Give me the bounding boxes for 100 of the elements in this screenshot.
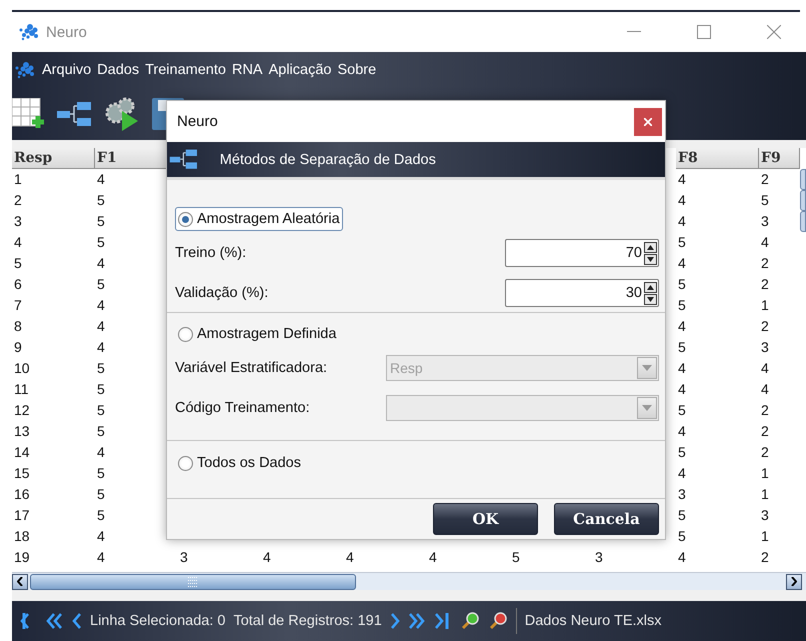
- scrollbar-thumb[interactable]: [800, 169, 806, 190]
- table-cell-text: 4: [96, 338, 106, 357]
- table-cell-text: 12: [13, 401, 31, 420]
- table-cell-text: 5: [96, 275, 106, 294]
- hierarchy-icon: [169, 148, 198, 171]
- table-cell-text: 4: [96, 296, 106, 315]
- table-cell-text: 4: [760, 380, 770, 399]
- table-cell-text: 2: [760, 401, 770, 420]
- table-cell-text: 5: [677, 506, 687, 525]
- fast-forward-icon[interactable]: [408, 612, 426, 630]
- scroll-right-button[interactable]: [786, 574, 802, 590]
- table-cell-text: 4: [760, 359, 770, 378]
- table-cell-text: 3: [760, 338, 770, 357]
- table-cell-text: 3: [179, 548, 189, 567]
- table-cell-text: 5: [677, 338, 687, 357]
- table-cell-text: 4: [677, 380, 687, 399]
- table-cell-text: 5: [677, 233, 687, 252]
- column-header[interactable]: F8: [676, 148, 759, 169]
- table-cell-text: 3: [13, 212, 23, 231]
- table-cell-text: 3: [594, 548, 604, 567]
- field-label: Código Treinamento:: [175, 400, 311, 416]
- up-arrow-icon: [647, 284, 654, 290]
- selected-row-text: Linha Selecionada: 0: [90, 613, 226, 629]
- table-cell-text: 1: [13, 170, 23, 189]
- table-cell-text: 4: [677, 317, 687, 336]
- table-cell-text: 2: [13, 191, 23, 210]
- table-cell-text: 10: [13, 359, 31, 378]
- table-add-icon[interactable]: [12, 98, 44, 130]
- table-cell-text: 17: [13, 506, 31, 525]
- scrollbar-thumb[interactable]: [800, 211, 806, 232]
- radio-option[interactable]: Amostragem Definida: [175, 322, 340, 346]
- field-label: Variável Estratificadora:: [175, 360, 328, 376]
- dialog-title: Neuro: [177, 113, 218, 130]
- scroll-left-button[interactable]: [12, 574, 28, 590]
- table-cell-text: 2: [760, 548, 770, 567]
- table-cell-text: 4: [96, 170, 106, 189]
- table-cell-text: 4: [13, 233, 23, 252]
- table-cell-text: 1: [760, 296, 770, 315]
- caret-icon: [642, 405, 652, 411]
- table-cell-text: 1: [760, 527, 770, 546]
- table-cell-text: 2: [760, 443, 770, 462]
- table-cell-text: 1: [760, 485, 770, 504]
- table-cell-text: 4: [677, 422, 687, 441]
- table-cell-text: 5: [760, 191, 770, 210]
- caret-icon: [642, 365, 652, 371]
- table-cell-text: 5: [511, 548, 521, 567]
- table-cell-text: 4: [96, 254, 106, 273]
- table-cell-text: 4: [96, 443, 106, 462]
- number-spinner[interactable]: 30: [505, 279, 659, 307]
- table-cell-text: 13: [13, 422, 31, 441]
- minimize-icon: [627, 31, 641, 33]
- gears-play-icon[interactable]: [104, 97, 140, 131]
- down-arrow-icon: [647, 296, 654, 302]
- table-cell-text: 7: [13, 296, 23, 315]
- close-button[interactable]: [634, 108, 662, 136]
- dialog-button[interactable]: OK: [433, 503, 538, 535]
- next-icon[interactable]: [390, 612, 400, 630]
- radio-option[interactable]: Todos os Dados: [175, 451, 304, 475]
- scrollbar-thumb[interactable]: [30, 574, 356, 590]
- table-cell-text: 5: [96, 401, 106, 420]
- table-cell-text: 9: [13, 338, 23, 357]
- table-cell-text: 4: [677, 212, 687, 231]
- table-cell-text: 5: [96, 506, 106, 525]
- menu-item[interactable]: Dados: [97, 62, 140, 78]
- menu-item[interactable]: Aplicação: [268, 62, 332, 78]
- zoom-out-icon[interactable]: [488, 611, 508, 631]
- rewind-icon[interactable]: [46, 612, 64, 630]
- table-cell-text: 4: [428, 548, 438, 567]
- menu-item[interactable]: Sobre: [337, 62, 376, 78]
- table-cell-text: 4: [677, 191, 687, 210]
- column-header[interactable]: F9: [759, 148, 800, 169]
- table-cell-text: 2: [760, 170, 770, 189]
- number-spinner[interactable]: 70: [505, 239, 659, 267]
- column-header[interactable]: Resp: [12, 148, 95, 169]
- radio-option[interactable]: Amostragem Aleatória: [175, 207, 343, 231]
- scrollbar-thumb[interactable]: [800, 190, 806, 211]
- table-cell-text: 2: [760, 275, 770, 294]
- menu-item[interactable]: RNA: [232, 62, 263, 78]
- table-cell-text: 4: [96, 527, 106, 546]
- previous-icon[interactable]: [72, 612, 82, 630]
- table-cell-text: 4: [345, 548, 355, 567]
- table-cell-text: 1: [760, 464, 770, 483]
- table-cell-text: 3: [760, 212, 770, 231]
- maximize-icon: [697, 25, 711, 39]
- table-cell-text: 5: [677, 443, 687, 462]
- down-arrow-icon: [647, 256, 654, 262]
- table-cell-text: 5: [96, 359, 106, 378]
- dialog-button[interactable]: Cancela: [554, 503, 659, 535]
- menu-item[interactable]: Treinamento: [145, 62, 226, 78]
- table-cell-text: 5: [96, 233, 106, 252]
- close-icon: [767, 25, 781, 39]
- table-cell-text: 2: [760, 254, 770, 273]
- table-cell-text: 4: [96, 548, 106, 567]
- menu-item[interactable]: Arquivo: [42, 62, 92, 78]
- table-cell-text: 5: [96, 422, 106, 441]
- zoom-in-icon[interactable]: [460, 611, 480, 631]
- table-cell-text: 6: [13, 275, 23, 294]
- table-cell-text: 5: [677, 527, 687, 546]
- table-cell-text: 2: [760, 317, 770, 336]
- table-cell-text: 3: [760, 506, 770, 525]
